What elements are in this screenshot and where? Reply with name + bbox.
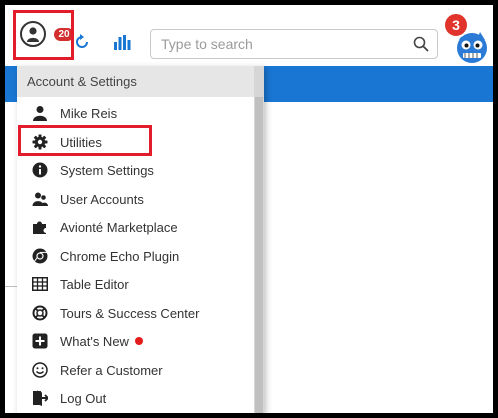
menu-item-log-out[interactable]: Log Out (17, 384, 253, 412)
search-box (150, 29, 438, 59)
logout-icon (31, 389, 49, 407)
menu-item-label: Chrome Echo Plugin (60, 248, 180, 264)
chrome-icon (31, 247, 49, 265)
menu-item-mike-reis[interactable]: Mike Reis (17, 99, 253, 127)
account-settings-menu: Account & Settings Mike Reis Utilities S… (17, 66, 264, 413)
menu-item-label: Log Out (60, 390, 107, 406)
users-icon (31, 190, 49, 208)
highlight-utilities (18, 125, 152, 156)
refresh-icon[interactable] (73, 33, 91, 51)
menu-item-label: Avionté Marketplace (60, 219, 178, 235)
menu-item-label: Mike Reis (60, 105, 118, 121)
new-indicator-dot (134, 337, 143, 345)
menu-item-label: User Accounts (60, 191, 144, 207)
search-icon[interactable] (413, 36, 429, 52)
menu-item-label: System Settings (60, 162, 154, 178)
menu-item-label: Tours & Success Center (60, 305, 200, 321)
lifebuoy-icon (31, 304, 49, 322)
notification-badge[interactable]: 3 (443, 12, 469, 38)
plus-square-icon (31, 332, 49, 350)
menu-item-label: What's New (60, 333, 129, 349)
highlight-user-button (13, 10, 74, 60)
puzzle-icon (31, 218, 49, 236)
menu-header: Account & Settings (17, 66, 264, 97)
table-icon (31, 275, 49, 293)
menu-item-whats-new[interactable]: What's New (17, 327, 253, 355)
smile-icon (31, 361, 49, 379)
menu-item-avionte-marketplace[interactable]: Avionté Marketplace (17, 213, 253, 241)
menu-scrollbar-thumb[interactable] (255, 97, 263, 413)
search-input[interactable] (161, 35, 401, 53)
info-icon (31, 161, 49, 179)
menu-item-system-settings[interactable]: System Settings (17, 156, 253, 184)
menu-item-refer-a-customer[interactable]: Refer a Customer (17, 356, 253, 384)
menu-item-label: Refer a Customer (60, 362, 163, 378)
menu-item-table-editor[interactable]: Table Editor (17, 270, 253, 298)
menu-item-tours-success-center[interactable]: Tours & Success Center (17, 299, 253, 327)
menu-item-user-accounts[interactable]: User Accounts (17, 185, 253, 213)
bar-chart-icon[interactable] (113, 33, 131, 51)
divider (5, 286, 17, 287)
user-icon (31, 104, 49, 122)
menu-item-chrome-echo-plugin[interactable]: Chrome Echo Plugin (17, 242, 253, 270)
menu-item-label: Table Editor (60, 276, 129, 292)
